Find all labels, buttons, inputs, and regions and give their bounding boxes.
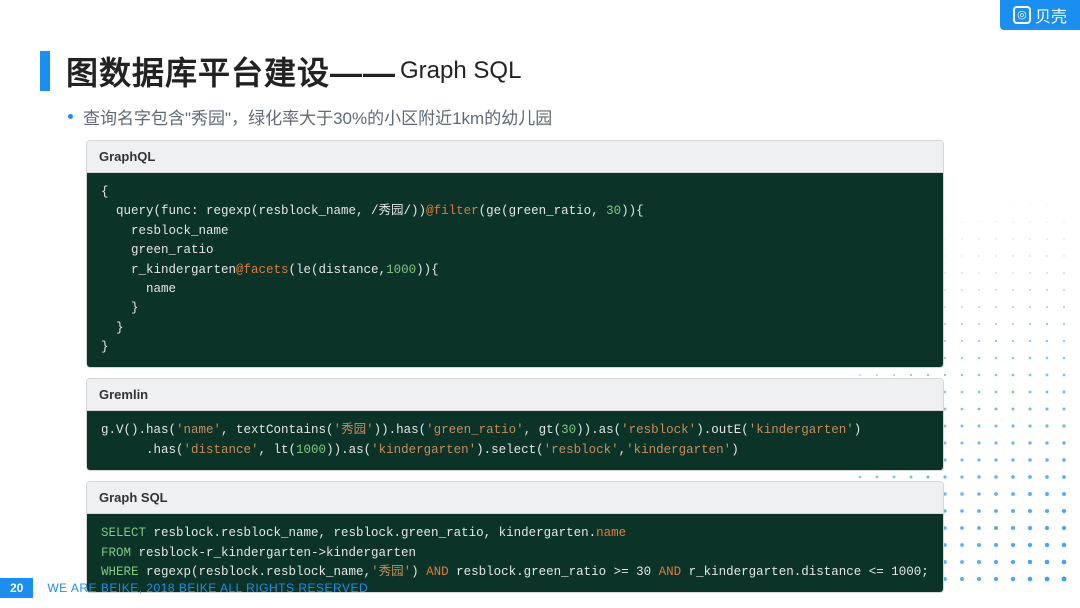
bullet-item: 查询名字包含"秀园"，绿化率大于30%的小区附近1km的幼儿园: [68, 104, 552, 129]
panel-header-graphsql: Graph SQL: [87, 482, 943, 514]
panel-header-graphql: GraphQL: [87, 141, 943, 173]
title-suffix: Graph SQL: [400, 57, 521, 85]
title-accent-bar: [40, 51, 50, 91]
footer-text: WE ARE BEIKE, 2018 BEIKE ALL RIGHTS RESE…: [47, 581, 368, 595]
brand-icon: ◎: [1013, 6, 1031, 24]
panel-header-gremlin: Gremlin: [87, 379, 943, 411]
bullet-text: 查询名字包含"秀园"，绿化率大于30%的小区附近1km的幼儿园: [83, 104, 552, 129]
brand-text: 贝壳: [1035, 3, 1067, 27]
panel-graphql: GraphQL { query(func: regexp(resblock_na…: [86, 140, 944, 368]
code-graphql: { query(func: regexp(resblock_name, /秀园/…: [87, 173, 943, 367]
title-cn: 图数据库平台建设——: [66, 48, 396, 94]
page-title: 图数据库平台建设—— Graph SQL: [40, 48, 521, 94]
page-number: 20: [0, 578, 33, 598]
brand-badge: ◎ 贝壳: [1000, 0, 1080, 30]
bullet-dot-icon: [68, 114, 73, 119]
code-gremlin: g.V().has('name', textContains('秀园')).ha…: [87, 411, 943, 470]
panel-gremlin: Gremlin g.V().has('name', textContains('…: [86, 378, 944, 471]
footer: 20 WE ARE BEIKE, 2018 BEIKE ALL RIGHTS R…: [0, 578, 368, 598]
panel-graphsql: Graph SQL SELECT resblock.resblock_name,…: [86, 481, 944, 593]
code-panels: GraphQL { query(func: regexp(resblock_na…: [86, 140, 944, 603]
